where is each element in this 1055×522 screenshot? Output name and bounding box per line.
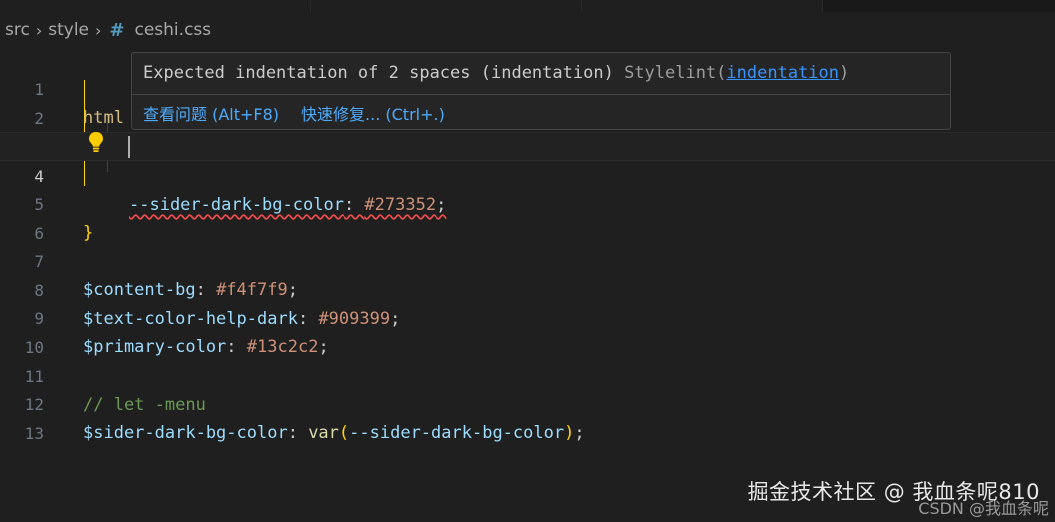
chevron-right-icon: › xyxy=(95,20,102,40)
diagnostic-message: Expected indentation of 2 spaces (indent… xyxy=(143,63,614,83)
editor-tab[interactable] xyxy=(0,0,311,12)
code-line[interactable]: 13 xyxy=(0,390,1055,443)
rule-link[interactable]: indentation xyxy=(726,63,839,83)
breadcrumb-item-file[interactable]: ceshi.css xyxy=(135,20,212,40)
code-line[interactable]: 11 // let -menu xyxy=(0,333,1055,415)
code-line[interactable]: 8 $text-color-help-dark: #909399; xyxy=(0,247,1055,329)
hover-diagnostic-widget: Expected indentation of 2 spaces (indent… xyxy=(131,52,951,130)
diagnostic-message-row: Expected indentation of 2 spaces (indent… xyxy=(143,63,849,83)
breadcrumb-item-style[interactable]: style xyxy=(48,20,89,40)
code-line[interactable]: 5 } xyxy=(0,161,1055,243)
watermark-subtext: CSDN @我血条呢 xyxy=(918,499,1049,518)
text-cursor xyxy=(128,136,130,158)
css-function: var xyxy=(308,423,339,443)
chevron-right-icon: › xyxy=(35,20,43,40)
divider xyxy=(132,94,950,95)
code-line[interactable]: 10 xyxy=(0,304,1055,357)
lightbulb-icon[interactable] xyxy=(88,131,104,153)
scss-variable: $sider-dark-bg-color xyxy=(83,423,288,443)
diagnostic-source: Stylelint( xyxy=(624,63,727,83)
diagnostic-source-close: ) xyxy=(839,63,850,83)
code-line-current[interactable]: 4 --sider-dark-bg-color: #273352; xyxy=(0,132,1055,215)
css-function-arg: --sider-dark-bg-color xyxy=(349,423,565,443)
hash-icon: # xyxy=(109,19,125,41)
quick-fix-link[interactable]: 快速修复... (Ctrl+.) xyxy=(301,101,445,125)
code-line[interactable]: 12 $sider-dark-bg-color: var(--sider-dar… xyxy=(0,361,1055,443)
code-line[interactable]: 7 $content-bg: #f4f7f9; xyxy=(0,218,1055,300)
line-number: 13 xyxy=(24,424,44,443)
hover-actions: 查看问题 (Alt+F8) 快速修复... (Ctrl+.) xyxy=(143,101,445,125)
breadcrumb: src › style › # ceshi.css xyxy=(0,16,211,44)
code-line[interactable]: 9 $primary-color: #13c2c2; xyxy=(0,275,1055,357)
editor-tab[interactable] xyxy=(582,0,823,12)
editor-tab[interactable] xyxy=(311,0,582,12)
code-line[interactable]: 6 xyxy=(0,190,1055,243)
breadcrumb-item-src[interactable]: src xyxy=(5,20,30,40)
tab-strip xyxy=(0,0,1055,12)
view-problem-link[interactable]: 查看问题 (Alt+F8) xyxy=(143,101,279,125)
